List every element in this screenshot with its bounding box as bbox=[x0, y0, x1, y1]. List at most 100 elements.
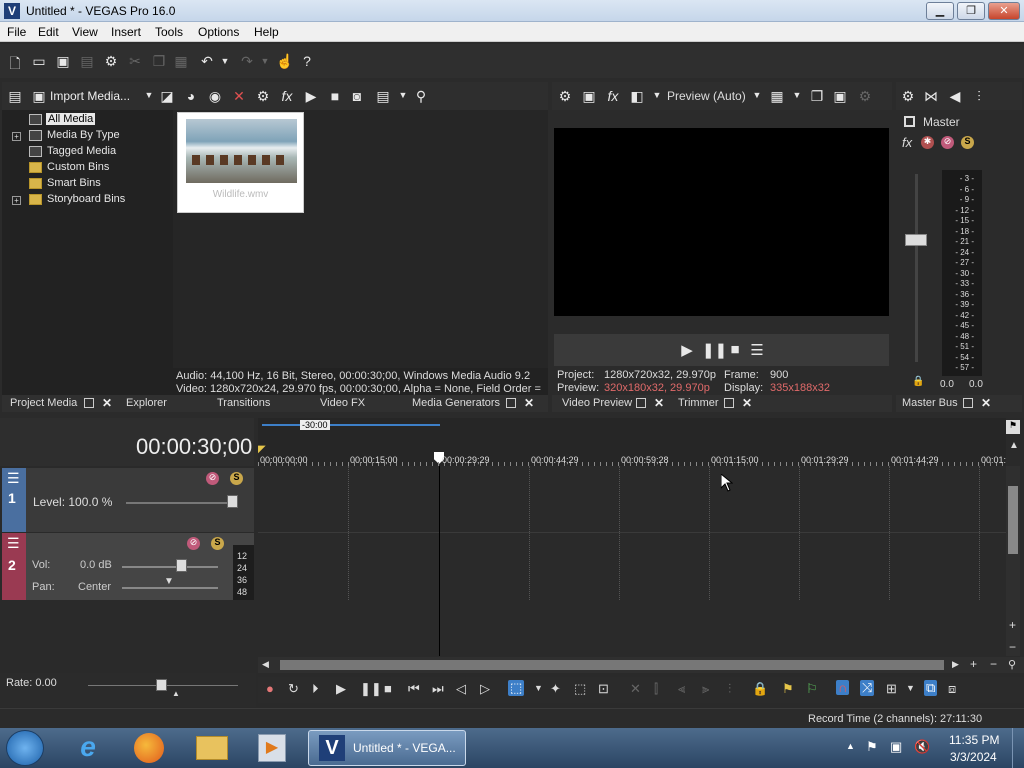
get-media-icon[interactable]: ◕ bbox=[182, 88, 200, 104]
overlays-grid-icon[interactable]: ▦ bbox=[768, 88, 786, 105]
video-fx-icon[interactable]: fx bbox=[604, 88, 622, 104]
next-frame-icon[interactable]: ▷ bbox=[480, 681, 490, 697]
auto-crossfade-icon[interactable]: ⤨ bbox=[860, 680, 875, 696]
undock-icon[interactable] bbox=[506, 398, 516, 408]
tab-explorer[interactable]: Explorer bbox=[126, 397, 167, 409]
preview-quality-dropdown-icon[interactable]: ▼ bbox=[748, 90, 766, 100]
delete-icon[interactable]: ✕ bbox=[630, 681, 641, 697]
play-icon[interactable]: ▶ bbox=[336, 681, 346, 697]
file-explorer-icon[interactable] bbox=[196, 736, 228, 760]
stop-icon[interactable]: ■ bbox=[326, 88, 344, 104]
import-media-icon[interactable]: ▣ bbox=[30, 88, 48, 105]
tree-tagged-media[interactable]: Tagged Media bbox=[47, 145, 116, 157]
track-2-header[interactable]: ☰ 2 ⊘ S Vol: 0.0 dB Pan: Center ▼ 12 24 … bbox=[2, 533, 254, 600]
split-dropdown-icon[interactable]: ▼ bbox=[648, 90, 666, 100]
views-dropdown-icon[interactable]: ▼ bbox=[394, 90, 412, 100]
track-2-solo-icon[interactable]: S bbox=[211, 537, 224, 550]
tab-video-fx[interactable]: Video FX bbox=[320, 397, 365, 409]
menu-insert[interactable]: Insert bbox=[111, 25, 141, 39]
ignore-grouping-icon[interactable]: ⧈ bbox=[948, 681, 956, 697]
copy-snapshot-icon[interactable]: ❐ bbox=[808, 88, 826, 105]
show-hidden-icons[interactable]: ▲ bbox=[846, 741, 855, 751]
downmix-icon[interactable]: ⋈ bbox=[922, 88, 940, 105]
media-player-icon[interactable]: ▶ bbox=[258, 734, 286, 762]
tree-all-media[interactable]: All Media bbox=[46, 113, 96, 125]
track-1-mute-icon[interactable]: ⊘ bbox=[206, 472, 219, 485]
taskbar-vegas-window[interactable]: V Untitled * - VEGA... bbox=[308, 730, 466, 766]
ripple-dropdown-icon[interactable]: ▼ bbox=[906, 683, 915, 693]
scroll-right-icon[interactable]: ▶ bbox=[952, 659, 959, 670]
stop-icon[interactable]: ■ bbox=[384, 681, 392, 696]
import-dropdown-icon[interactable]: ▼ bbox=[140, 90, 158, 100]
track-2-pan-handle[interactable]: ▼ bbox=[164, 576, 174, 587]
rate-slider-handle[interactable] bbox=[156, 679, 167, 691]
capture-icon[interactable]: ◪ bbox=[158, 88, 176, 105]
media-thumbnail[interactable]: Wildlife.wmv bbox=[177, 112, 304, 213]
go-to-start-icon[interactable]: ⏮ bbox=[408, 681, 420, 697]
menu-edit[interactable]: Edit bbox=[38, 25, 59, 39]
trim-icon[interactable]: ⫿ bbox=[654, 681, 658, 697]
close-icon[interactable]: ✕ bbox=[654, 396, 664, 410]
tree-storyboard-bins[interactable]: Storyboard Bins bbox=[47, 193, 125, 205]
preview-stop-icon[interactable]: ■ bbox=[726, 341, 744, 358]
auto-preview-icon[interactable]: ◙ bbox=[348, 88, 366, 104]
zoom-out-horizontal-icon[interactable]: − bbox=[990, 657, 997, 671]
save-snapshot-icon[interactable]: ▣ bbox=[831, 88, 849, 105]
mixer-icon[interactable]: ⫶ bbox=[970, 88, 988, 105]
trim-start-icon[interactable]: ⫷ bbox=[678, 681, 685, 697]
master-fx-icon[interactable]: fx bbox=[902, 135, 912, 150]
vertical-scroll-thumb[interactable] bbox=[1008, 486, 1018, 554]
zoom-in-vertical-icon[interactable]: + bbox=[1009, 618, 1016, 632]
media-view-icon[interactable]: ▤ bbox=[6, 88, 24, 105]
preview-settings-icon[interactable]: ⚙ bbox=[556, 88, 574, 105]
expand-icon[interactable]: + bbox=[12, 132, 21, 141]
copy-icon[interactable]: ❐ bbox=[150, 53, 168, 70]
maximize-button[interactable]: ❐ bbox=[957, 2, 985, 20]
clock-time[interactable]: 11:35 PM bbox=[949, 733, 999, 747]
record-icon[interactable]: ● bbox=[266, 681, 274, 696]
track-2-pan-slider[interactable] bbox=[122, 587, 218, 589]
tab-transitions[interactable]: Transitions bbox=[217, 397, 270, 409]
menu-view[interactable]: View bbox=[72, 25, 98, 39]
previous-frame-icon[interactable]: ◁ bbox=[456, 681, 466, 697]
track-2-volume-slider[interactable] bbox=[122, 566, 218, 568]
master-envelope-icon[interactable]: ✱ bbox=[921, 136, 934, 149]
clock-date[interactable]: 3/3/2024 bbox=[950, 750, 997, 764]
pause-icon[interactable]: ❚❚ bbox=[360, 681, 382, 697]
help-pointer-icon[interactable]: ☝ bbox=[276, 53, 294, 70]
tab-trimmer[interactable]: Trimmer bbox=[678, 397, 719, 409]
whats-this-icon[interactable]: ? bbox=[298, 53, 316, 69]
dim-output-icon[interactable]: ◀ bbox=[946, 88, 964, 105]
play-from-start-icon[interactable]: ⏵ bbox=[312, 681, 319, 697]
close-button[interactable]: ✕ bbox=[988, 2, 1020, 20]
scroll-up-icon[interactable]: ▲ bbox=[1009, 440, 1019, 451]
scroll-left-icon[interactable]: ◀ bbox=[262, 659, 269, 670]
loop-playback-icon[interactable]: ↻ bbox=[288, 681, 299, 697]
lock-event-icon[interactable]: 🔒 bbox=[752, 681, 768, 697]
track-1-header[interactable]: ☰ 1 ⊘ S Level: 100.0 % bbox=[2, 468, 254, 532]
paste-icon[interactable]: ▦ bbox=[172, 53, 190, 70]
internet-explorer-icon[interactable]: e bbox=[72, 732, 104, 764]
undo-dropdown-icon[interactable]: ▼ bbox=[216, 56, 234, 66]
tree-media-by-type[interactable]: Media By Type bbox=[47, 129, 120, 141]
insert-region-icon[interactable]: ⚐ bbox=[806, 681, 818, 697]
undock-icon[interactable] bbox=[636, 398, 646, 408]
marker-bar-icon[interactable]: ⚑ bbox=[1006, 420, 1020, 434]
track-lanes[interactable] bbox=[258, 466, 1006, 600]
master-settings-icon[interactable]: ⚙ bbox=[899, 88, 917, 105]
new-file-icon[interactable]: 🗋 bbox=[6, 53, 24, 77]
undock-icon[interactable] bbox=[724, 398, 734, 408]
menu-tools[interactable]: Tools bbox=[155, 25, 183, 39]
media-fx-icon[interactable]: ◉ bbox=[206, 88, 224, 105]
settings-gear-icon[interactable]: ⚙ bbox=[102, 53, 120, 70]
start-button-icon[interactable] bbox=[6, 730, 44, 766]
envelope-tool-icon[interactable]: ✦ bbox=[550, 681, 561, 697]
marker-icon[interactable]: ◤ bbox=[258, 444, 266, 455]
open-folder-icon[interactable]: ▭ bbox=[30, 53, 48, 70]
views-icon[interactable]: ▤ bbox=[374, 88, 392, 105]
close-icon[interactable]: ✕ bbox=[102, 396, 112, 410]
volume-muted-icon[interactable]: 🔇 bbox=[914, 739, 930, 755]
play-icon[interactable]: ▶ bbox=[302, 88, 320, 105]
zoom-tool-icon[interactable]: ⚲ bbox=[1008, 658, 1016, 671]
horizontal-scroll-thumb[interactable] bbox=[280, 660, 944, 670]
